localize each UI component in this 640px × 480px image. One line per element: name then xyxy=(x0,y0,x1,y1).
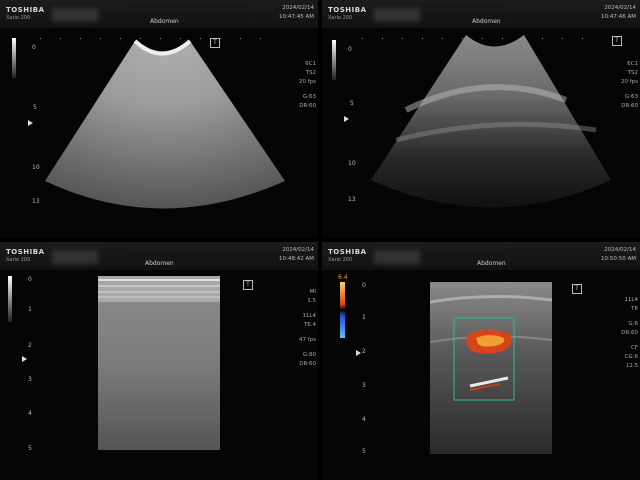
bmode-image-abdomen xyxy=(371,35,611,208)
acquisition-info: 6C1 TS2 20 fps G:63 DR:60 xyxy=(299,60,316,111)
time-text: 10:48:42 AM xyxy=(279,256,314,262)
depth-tick: 1 xyxy=(28,306,32,313)
color-scale-max: 6.4 xyxy=(338,274,348,281)
date-text: 2024/02/14 xyxy=(282,247,314,253)
exam-label: Abdomen xyxy=(150,18,179,25)
probe-orientation-icon: T xyxy=(243,280,253,290)
info-line: TS2 xyxy=(627,70,638,76)
info-line: MI xyxy=(309,289,316,295)
focus-marker xyxy=(356,350,361,356)
patient-info-redacted xyxy=(52,250,98,264)
date-text: 2024/02/14 xyxy=(282,5,314,11)
info-line: 47 fps xyxy=(298,337,316,343)
depth-tick: 0 xyxy=(28,276,32,283)
datetime: 2024/02/14 10:47:45 AM xyxy=(279,4,314,22)
brand-label: TOSHIBA xyxy=(328,6,367,14)
info-line: 6C1 xyxy=(627,61,638,67)
depth-tick: 3 xyxy=(28,376,32,383)
info-line: DR:60 xyxy=(621,103,638,109)
depth-tick: 0 xyxy=(362,282,366,289)
depth-tick: 5 xyxy=(33,104,37,111)
panel-header: TOSHIBA Xario 200 Abdomen 2024/02/14 10:4… xyxy=(0,0,318,28)
info-line: DR:60 xyxy=(299,103,316,109)
color-doppler-image xyxy=(430,282,552,454)
model-label: Xario 200 xyxy=(6,257,31,263)
time-text: 10:47:46 AM xyxy=(601,14,636,20)
depth-tick: 2 xyxy=(362,348,366,355)
info-line: 11L4 xyxy=(624,297,638,303)
color-scale-bar xyxy=(340,282,345,338)
depth-tick: 4 xyxy=(28,410,32,417)
depth-tick: 10 xyxy=(348,160,356,167)
depth-tick: 10 xyxy=(32,164,40,171)
acquisition-info: MI 1.5 11L4 T6.4 47 fps G:80 DR:60 xyxy=(299,288,316,369)
patient-info-redacted xyxy=(374,8,420,22)
info-line: 20 fps xyxy=(298,79,316,85)
info-line: 6C1 xyxy=(305,61,316,67)
brand-label: TOSHIBA xyxy=(6,6,45,14)
datetime: 2024/02/14 10:50:50 AM xyxy=(601,246,636,264)
focus-marker xyxy=(22,356,27,362)
panel-header: TOSHIBA Xario 200 Abdomen 2024/02/14 10:4… xyxy=(0,242,318,270)
depth-tick: 5 xyxy=(362,448,366,455)
depth-tick: 4 xyxy=(362,416,366,423)
date-text: 2024/02/14 xyxy=(604,5,636,11)
exam-label: Abdomen xyxy=(472,18,501,25)
depth-tick: 0 xyxy=(348,46,352,53)
info-line: CG:6 xyxy=(624,354,638,360)
bmode-image-linear xyxy=(98,276,220,450)
time-text: 10:50:50 AM xyxy=(601,256,636,262)
model-label: Xario 200 xyxy=(6,15,31,21)
probe-orientation-icon: T xyxy=(572,284,582,294)
info-line: CF xyxy=(630,345,638,351)
gray-scale-bar xyxy=(8,276,12,322)
datetime: 2024/02/14 10:48:42 AM xyxy=(279,246,314,264)
ultrasound-panel-4: TOSHIBA Xario 200 Abdomen 2024/02/14 10:5… xyxy=(322,242,640,480)
ultrasound-panel-1: TOSHIBA Xario 200 Abdomen 2024/02/14 10:4… xyxy=(0,0,318,238)
info-line: G:63 xyxy=(624,94,638,100)
panel-header: TOSHIBA Xario 200 Abdomen 2024/02/14 10:4… xyxy=(322,0,640,28)
brand-label: TOSHIBA xyxy=(6,248,45,256)
depth-tick: 13 xyxy=(32,198,40,205)
datetime: 2024/02/14 10:47:46 AM xyxy=(601,4,636,22)
exam-label: Abdomen xyxy=(477,260,506,267)
depth-tick: 0 xyxy=(32,44,36,51)
panel-header: TOSHIBA Xario 200 Abdomen 2024/02/14 10:5… xyxy=(322,242,640,270)
info-line: T6 xyxy=(631,306,638,312)
gray-scale-bar xyxy=(332,40,336,80)
acquisition-info: 11L4 T6 G:6 DR:60 CF CG:6 12.5 xyxy=(621,296,638,371)
depth-tick: 5 xyxy=(350,100,354,107)
bmode-image-convex xyxy=(45,39,285,209)
info-line: G:80 xyxy=(302,352,316,358)
model-label: Xario 200 xyxy=(328,257,353,263)
info-line: G:63 xyxy=(302,94,316,100)
info-line: 1.5 xyxy=(307,298,316,304)
gray-scale-bar xyxy=(12,38,16,78)
patient-info-redacted xyxy=(374,250,420,264)
ultrasound-panel-2: TOSHIBA Xario 200 Abdomen 2024/02/14 10:4… xyxy=(322,0,640,238)
acquisition-info: 6C1 TS2 20 fps G:63 DR:60 xyxy=(621,60,638,111)
info-line: 20 fps xyxy=(620,79,638,85)
info-line: T6.4 xyxy=(303,322,316,328)
depth-tick: 3 xyxy=(362,382,366,389)
info-line: TS2 xyxy=(305,70,316,76)
ultrasound-panel-3: TOSHIBA Xario 200 Abdomen 2024/02/14 10:4… xyxy=(0,242,318,480)
brand-label: TOSHIBA xyxy=(328,248,367,256)
focus-marker xyxy=(344,116,349,122)
depth-tick: 13 xyxy=(348,196,356,203)
depth-tick: 1 xyxy=(362,314,366,321)
depth-tick: 2 xyxy=(28,342,32,349)
focus-marker xyxy=(28,120,33,126)
info-line: DR:60 xyxy=(621,330,638,336)
date-text: 2024/02/14 xyxy=(604,247,636,253)
info-line: DR:60 xyxy=(299,361,316,367)
model-label: Xario 200 xyxy=(328,15,353,21)
time-text: 10:47:45 AM xyxy=(279,14,314,20)
patient-info-redacted xyxy=(52,8,98,22)
info-line: 11L4 xyxy=(302,313,316,319)
depth-tick: 5 xyxy=(28,445,32,452)
info-line: 12.5 xyxy=(625,363,638,369)
info-line: G:6 xyxy=(628,321,638,327)
exam-label: Abdomen xyxy=(145,260,174,267)
